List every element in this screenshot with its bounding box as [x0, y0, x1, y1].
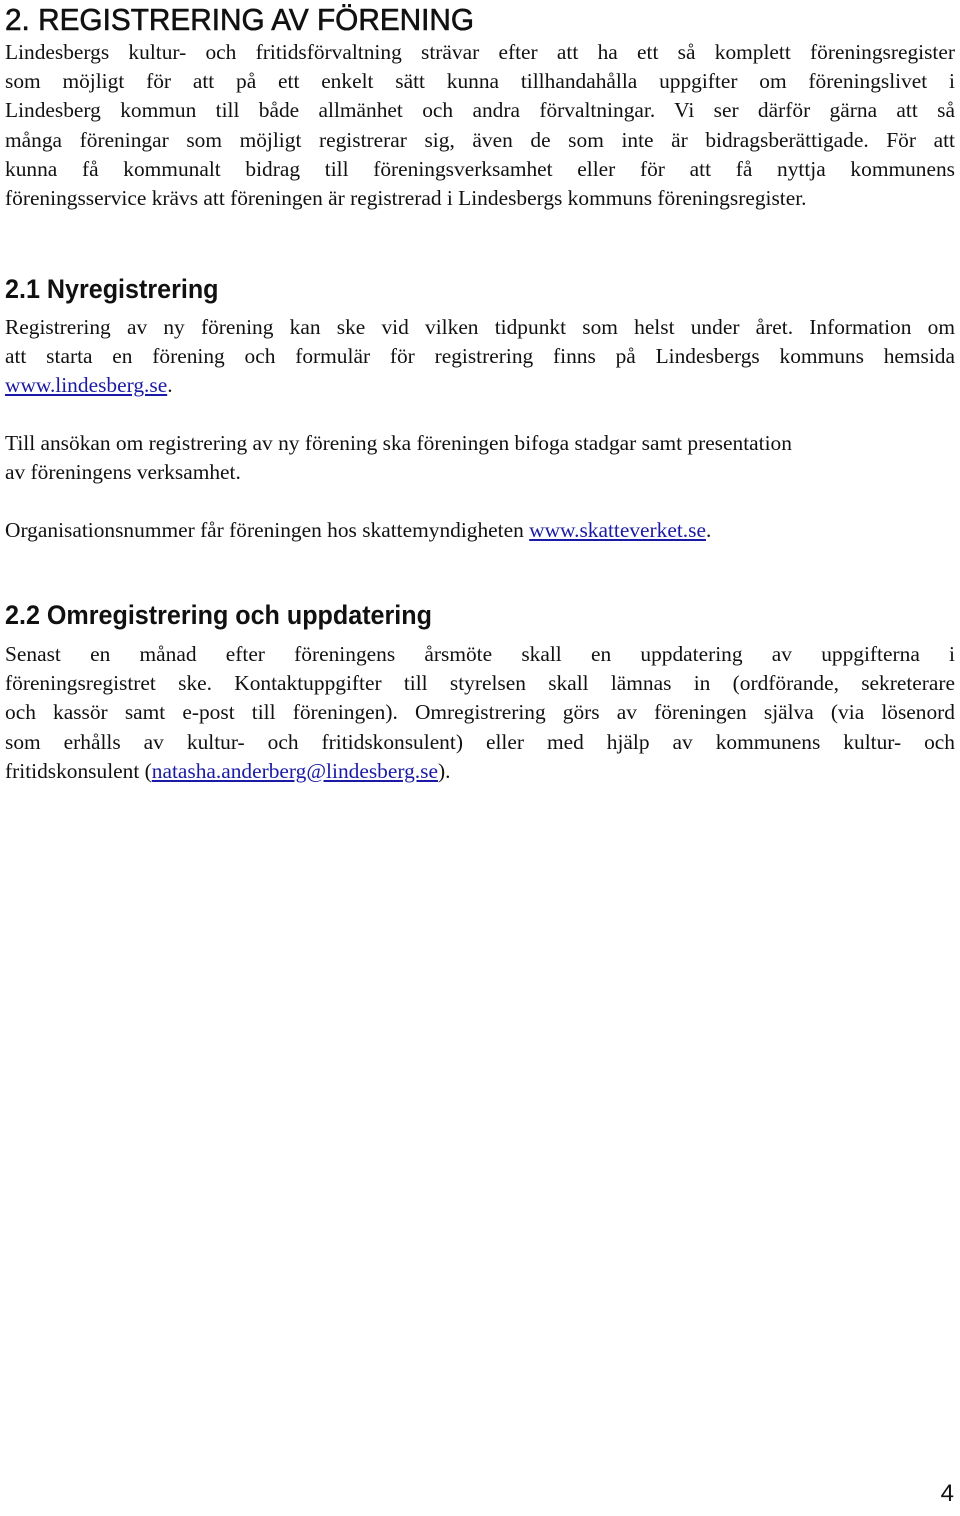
paragraph-line: www.lindesberg.se. [5, 371, 955, 400]
intro-line: kunna få kommunalt bidrag till förenings… [5, 156, 955, 181]
subsection-title-omregistrering: 2.2 Omregistrering och uppdatering [5, 600, 432, 630]
paragraph-line: Organisationsnummer får föreningen hos s… [5, 516, 955, 545]
paragraph-line: av föreningens verksamhet. [5, 460, 241, 485]
section-title: 2. REGISTRERING AV FÖRENING [5, 2, 475, 38]
intro-line: Lindesberg kommun till både allmänhet oc… [5, 98, 955, 123]
nyregistrering-paragraph-1: Registrering av ny förening kan ske vid … [5, 313, 955, 401]
intro-line: föreningsservice krävs att föreningen är… [5, 185, 807, 210]
page-number: 4 [940, 1480, 954, 1507]
intro-line: Lindesbergs kultur- och fritidsförvaltni… [5, 40, 955, 64]
skatteverket-link[interactable]: www.skatteverket.se [529, 518, 706, 542]
paragraph-line: som erhålls av kultur- och fritidskonsul… [5, 729, 955, 754]
paragraph-line: och kassör samt e-post till föreningen).… [5, 700, 955, 725]
nyregistrering-paragraph-3: Organisationsnummer får föreningen hos s… [5, 516, 955, 545]
omregistrering-paragraph: Senast en månad efter föreningens årsmöt… [5, 640, 955, 786]
punctuation: ). [437, 758, 451, 783]
paragraph-line: Registrering av ny förening kan ske vid … [5, 315, 955, 339]
org-number-text: Organisationsnummer får föreningen hos s… [5, 518, 530, 542]
intro-paragraph: Lindesbergs kultur- och fritidsförvaltni… [5, 38, 955, 213]
email-link[interactable]: natasha.anderberg@lindesberg.se [152, 759, 438, 783]
intro-line: som möjligt för att på ett enkelt sätt k… [5, 69, 955, 94]
punctuation: . [705, 518, 712, 542]
paragraph-line: fritidskonsulent (natasha.anderberg@lind… [5, 757, 955, 786]
punctuation: . [167, 373, 173, 398]
contact-text: fritidskonsulent ( [5, 758, 152, 783]
paragraph-line: Senast en månad efter föreningens årsmöt… [5, 642, 955, 666]
paragraph-line: föreningsregistret ske. Kontaktuppgifter… [5, 671, 955, 696]
paragraph-line: att starta en förening och formulär för … [5, 344, 955, 369]
nyregistrering-paragraph-2: Till ansökan om registrering av ny fören… [5, 429, 955, 487]
lindesberg-website-link[interactable]: www.lindesberg.se [5, 373, 167, 397]
paragraph-line: Till ansökan om registrering av ny fören… [5, 431, 792, 455]
intro-line: många föreningar som möjligt registrerar… [5, 127, 955, 152]
subsection-title-nyregistrering: 2.1 Nyregistrering [5, 274, 219, 304]
